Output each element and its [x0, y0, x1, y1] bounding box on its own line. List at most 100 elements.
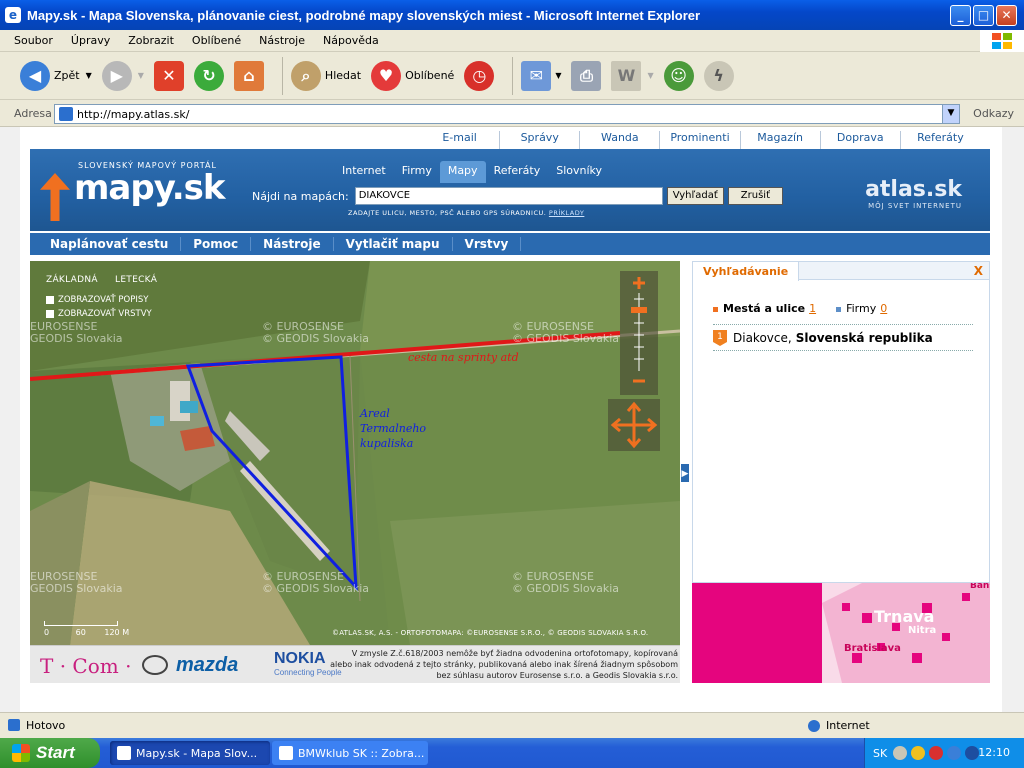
search-cancel-button[interactable]: Zrušiť [727, 187, 784, 205]
panel-tab-search[interactable]: Vyhľadávanie [693, 262, 800, 281]
atlas-logo[interactable]: atlas.sk MÔJ SVET INTERNETU [865, 177, 962, 210]
watermark-line: GEODIS Slovakia [30, 332, 123, 345]
zoom-slider-handle[interactable] [631, 307, 647, 313]
top-link-essays[interactable]: Referáty [899, 131, 980, 149]
address-dropdown-icon[interactable]: ▼ [942, 105, 959, 123]
window-titlebar[interactable]: e Mapy.sk - Mapa Slovenska, plánovanie c… [0, 0, 1024, 30]
maximize-button[interactable]: □ [973, 5, 994, 26]
print-button[interactable]: ⎙ [571, 60, 602, 91]
panel-divider [713, 350, 973, 351]
nav-help[interactable]: Pomoc [181, 237, 252, 251]
category-firms-count[interactable]: 0 [880, 302, 887, 315]
ie-task-icon [279, 746, 293, 760]
edit-dropdown-icon[interactable]: ▼ [647, 71, 653, 80]
search-hint: ZADAJTE ULICU, MESTO, PSČ ALEBO GPS SÚRA… [348, 209, 584, 217]
stop-button[interactable]: ✕ [153, 60, 184, 91]
top-link-news[interactable]: Správy [499, 131, 579, 149]
refresh-button[interactable]: ↻ [193, 60, 224, 91]
nav-tools[interactable]: Nástroje [251, 237, 334, 251]
show-layers-checkbox[interactable] [46, 310, 54, 318]
hint-examples-link[interactable]: PRÍKLADY [549, 209, 584, 217]
pan-control[interactable] [608, 399, 660, 451]
language-indicator[interactable]: SK [873, 747, 887, 760]
nav-plan-route[interactable]: Naplánovať cestu [38, 237, 182, 251]
top-link-magazine[interactable]: Magazín [739, 131, 820, 149]
taskbar-item-bmwklub[interactable]: BMWklub SK :: Zobra... [272, 741, 428, 765]
legal-notice: V zmysle Z.č.618/2003 nemôže byť žiadna … [330, 649, 678, 680]
nav-print-map[interactable]: Vytlačiť mapu [334, 237, 453, 251]
edit-button[interactable]: W ▼ [611, 60, 654, 91]
mail-dropdown-icon[interactable]: ▼ [555, 71, 561, 80]
home-button[interactable]: ⌂ [233, 60, 264, 91]
taskbar-item-mapy[interactable]: Mapy.sk - Mapa Slov... [110, 741, 270, 765]
show-labels-option[interactable]: ZOBRAZOVAŤ POPISY [46, 295, 152, 305]
menu-tools[interactable]: Nástroje [259, 34, 305, 47]
top-link-email[interactable]: E-mail [420, 131, 499, 149]
tray-expand-icon[interactable] [893, 746, 908, 760]
research-button[interactable]: ϟ [703, 60, 734, 91]
sponsor-strip: T · Com · mazda NOKIA Connecting People V… [30, 645, 680, 683]
result-categories: Mestá a ulice 1 Firmy 0 [713, 302, 887, 315]
mail-button[interactable]: ✉ ▼ [521, 60, 561, 91]
nav-layers[interactable]: Vrstvy [453, 237, 522, 251]
word-edit-icon: W [611, 60, 642, 91]
forward-button[interactable]: ▶ ▼ [101, 60, 144, 91]
panel-collapse-button[interactable]: ▶ [680, 463, 690, 483]
tab-essays[interactable]: Referáty [486, 161, 549, 183]
menu-favorites[interactable]: Oblíbené [192, 34, 241, 47]
search-submit-button[interactable]: Vyhľadať [666, 187, 724, 205]
network-icon[interactable] [947, 746, 962, 760]
result-item[interactable]: 1 Diakovce, Slovenská republika [713, 330, 933, 346]
back-button[interactable]: ◀ Zpět ▼ [20, 60, 92, 91]
aerial-map[interactable]: ZÁKLADNÁ LETECKÁ ZOBRAZOVAŤ POPISY ZOBRA… [30, 261, 680, 645]
map-tab-basic[interactable]: ZÁKLADNÁ [46, 275, 98, 285]
tab-firms[interactable]: Firmy [394, 161, 440, 183]
show-labels-checkbox[interactable] [46, 296, 54, 304]
forward-dropdown-icon[interactable]: ▼ [138, 71, 144, 80]
category-firms[interactable]: Firmy 0 [836, 302, 887, 315]
security-shield-icon[interactable] [911, 746, 926, 760]
mazda-logo[interactable]: mazda [176, 654, 238, 677]
category-cities-count[interactable]: 1 [809, 302, 816, 315]
volume-icon[interactable] [965, 746, 980, 760]
tab-internet[interactable]: Internet [334, 161, 394, 183]
tab-maps[interactable]: Mapy [439, 161, 486, 183]
zoom-control[interactable] [620, 271, 658, 395]
address-input[interactable]: http://mapy.atlas.sk/ ▼ [54, 104, 960, 124]
address-url[interactable]: http://mapy.atlas.sk/ [77, 108, 189, 121]
panel-close-icon[interactable]: X [974, 264, 983, 278]
menu-help[interactable]: Nápověda [323, 34, 379, 47]
top-link-wanda[interactable]: Wanda [579, 131, 659, 149]
zoom-in-icon[interactable] [633, 277, 645, 289]
top-link-traffic[interactable]: Doprava [819, 131, 900, 149]
map-search-input[interactable]: DIAKOVCE [354, 187, 663, 205]
antivirus-icon[interactable] [929, 746, 944, 760]
top-link-celebrities[interactable]: Prominenti [659, 131, 739, 149]
advertisement-banner[interactable]: Trnava Nitra Bratislava Bans [692, 583, 990, 683]
minimize-button[interactable]: _ [950, 5, 971, 26]
close-button[interactable]: ✕ [996, 5, 1017, 26]
category-cities[interactable]: Mestá a ulice 1 [713, 302, 816, 315]
messenger-button[interactable]: ☺ [663, 60, 694, 91]
show-layers-option[interactable]: ZOBRAZOVAŤ VRSTVY [46, 309, 152, 319]
forward-arrow-icon: ▶ [101, 60, 132, 91]
favorites-button[interactable]: ♥ Oblíbené [371, 60, 454, 91]
atlas-logo-text: atlas.sk [865, 177, 962, 202]
mapy-logo[interactable]: SLOVENSKÝ MAPOVÝ PORTÁL mapy.sk [40, 161, 226, 221]
start-button[interactable]: Start [0, 738, 100, 768]
history-button[interactable]: ◷ [464, 60, 495, 91]
tcom-logo[interactable]: T · Com · [40, 654, 131, 678]
menu-edit[interactable]: Úpravy [71, 34, 110, 47]
tab-dictionaries[interactable]: Slovníky [548, 161, 610, 183]
clock[interactable]: 12:10 [978, 746, 1010, 759]
links-label[interactable]: Odkazy [973, 107, 1014, 120]
taskbar: Start Mapy.sk - Mapa Slov... BMWklub SK … [0, 738, 1024, 768]
windows-logo-icon [980, 30, 1024, 52]
map-tab-aerial[interactable]: LETECKÁ [115, 275, 157, 285]
ad-city-bratislava: Bratislava [844, 643, 901, 654]
search-button[interactable]: ⌕ Hledat [290, 60, 361, 91]
back-dropdown-icon[interactable]: ▼ [86, 71, 92, 80]
menu-file[interactable]: Soubor [14, 34, 53, 47]
show-layers-label: ZOBRAZOVAŤ VRSTVY [58, 309, 152, 319]
menu-view[interactable]: Zobrazit [128, 34, 174, 47]
